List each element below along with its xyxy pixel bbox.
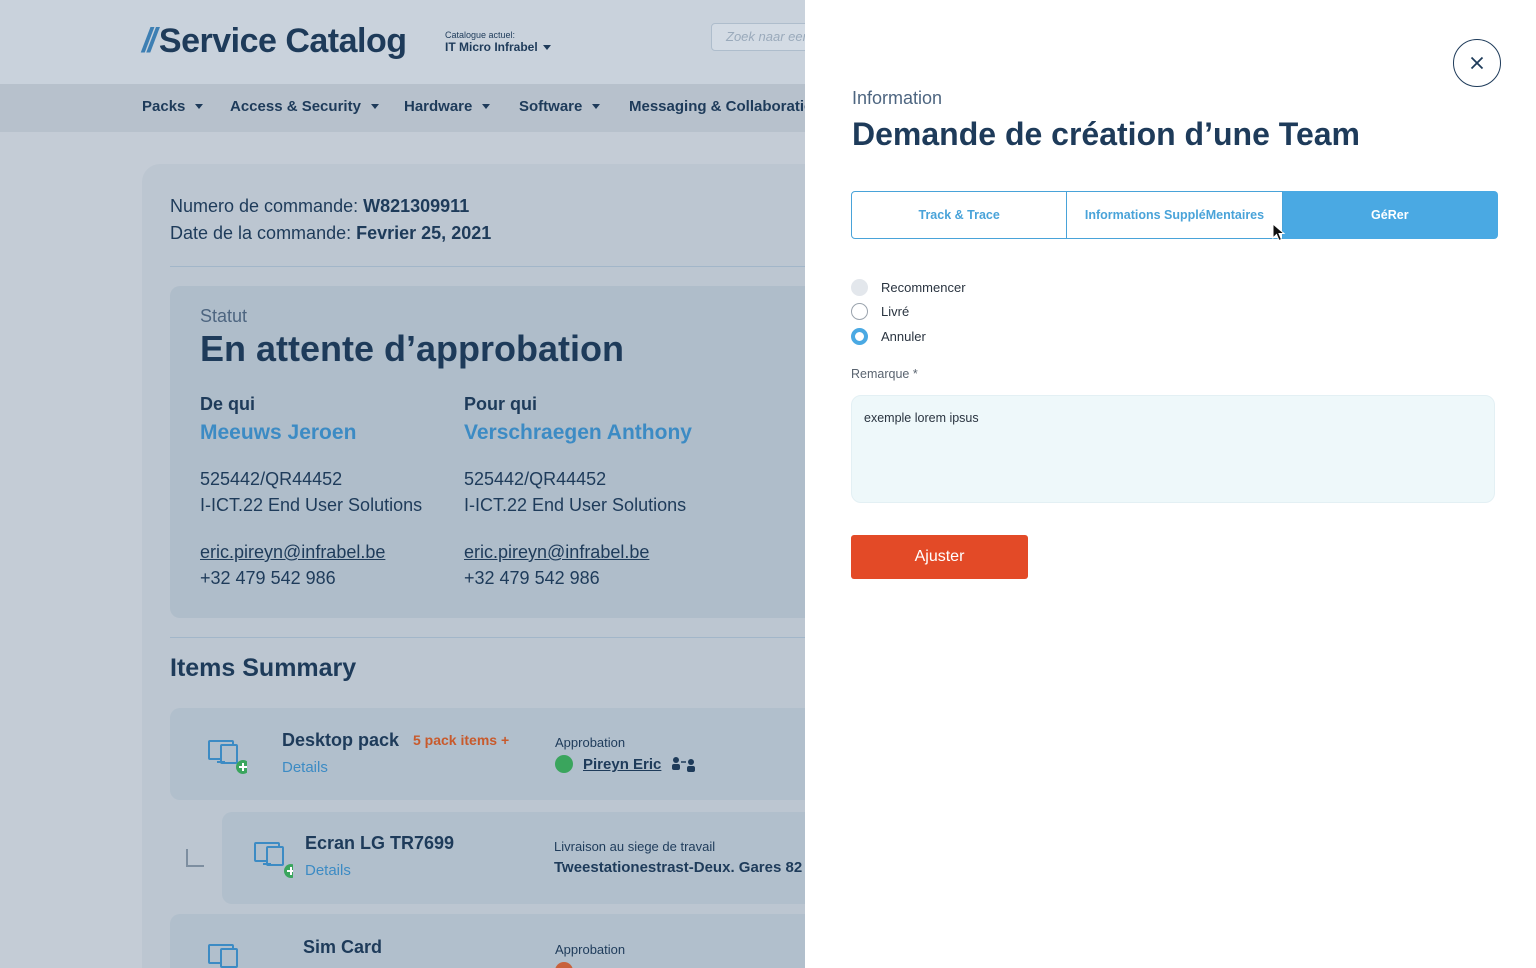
chevron-down-icon <box>542 44 551 50</box>
nav-item-label: Software <box>519 98 583 115</box>
radio-label: Recommencer <box>881 280 966 295</box>
background-page: // Service Catalog Catalogue actuel: IT … <box>0 0 805 968</box>
list-item <box>170 914 805 968</box>
radio-label: Livré <box>881 304 910 319</box>
mouse-pointer-icon <box>1272 223 1286 242</box>
catalog-value[interactable]: IT Micro Infrabel <box>445 40 551 54</box>
catalog-value-text: IT Micro Infrabel <box>445 40 538 54</box>
nav-item-hardware[interactable]: Hardware <box>404 98 491 115</box>
items-summary-title: Items Summary <box>170 654 357 682</box>
approver-link[interactable]: Pireyn Eric <box>583 756 661 773</box>
to-heading: Pour qui <box>464 394 537 414</box>
nav-item-label: Access & Security <box>230 98 361 115</box>
list-item <box>222 812 805 904</box>
chevron-down-icon <box>370 104 379 109</box>
status-title: En attente d’approbation <box>200 328 625 369</box>
item-name: Sim Card <box>303 937 383 957</box>
from-code: 525442/QR44452 <box>200 469 343 489</box>
radio-button[interactable] <box>851 303 868 320</box>
order-date-value: Fevrier 25, 2021 <box>356 223 492 243</box>
delivery-label: Livraison au siege de travail <box>554 839 716 854</box>
to-code: 525442/QR44452 <box>464 469 607 489</box>
delivery-address: Tweestationestrast-Deux. Gares 82 <box>554 859 803 876</box>
ajuster-button[interactable]: Ajuster <box>851 535 1028 579</box>
approbation-label: Approbation <box>555 735 626 750</box>
order-date-label: Date de la commande: <box>170 223 352 243</box>
status-label: Statut <box>200 306 248 326</box>
to-email-link[interactable]: eric.pireyn@infrabel.be <box>464 542 649 563</box>
order-number: Numero de commande: W821309911 <box>170 196 469 217</box>
list-item <box>170 708 805 800</box>
radio-annuler[interactable]: Annuler <box>851 328 926 345</box>
side-drawer: Information Demande de création d’une Te… <box>805 0 1536 968</box>
nav-item-packs[interactable]: Packs <box>142 98 204 115</box>
sim-card-icon <box>208 944 238 968</box>
catalog-selector[interactable]: Catalogue actuel: IT Micro Infrabel <box>445 30 551 54</box>
radio-button[interactable] <box>851 328 868 345</box>
tab-track-trace[interactable]: Track & Trace <box>851 191 1068 239</box>
reassign-users-icon[interactable] <box>671 756 697 772</box>
item-name: Ecran LG TR7699 <box>305 833 455 853</box>
nav-item-label: Hardware <box>404 98 473 115</box>
logo[interactable]: // Service Catalog <box>142 22 407 61</box>
close-button[interactable] <box>1453 39 1501 87</box>
details-link[interactable]: Details <box>282 759 328 776</box>
details-link[interactable]: Details <box>305 862 351 879</box>
from-email-link[interactable]: eric.pireyn@infrabel.be <box>200 542 385 563</box>
chevron-down-icon <box>482 104 491 109</box>
tab-informations-supplementaires[interactable]: Informations SuppléMentaires <box>1067 191 1283 239</box>
main-nav: Packs Access & Security Hardware Softwar… <box>0 84 805 132</box>
nav-item-label: Packs <box>142 98 186 115</box>
drawer-title: Demande de création d’une Team <box>852 116 1360 152</box>
check-circle-icon <box>555 755 573 773</box>
nav-item-software[interactable]: Software <box>519 98 601 115</box>
from-name[interactable]: Meeuws Jeroen <box>200 421 356 445</box>
item-name: Desktop pack <box>282 730 400 750</box>
remark-label: Remarque * <box>851 367 918 381</box>
from-heading: De qui <box>200 394 256 414</box>
approbation-label: Approbation <box>555 942 626 957</box>
chevron-down-icon <box>592 104 601 109</box>
order-number-value: W821309911 <box>363 196 470 216</box>
order-date: Date de la commande: Fevrier 25, 2021 <box>170 223 491 244</box>
logo-text: Service Catalog <box>158 22 407 60</box>
to-name[interactable]: Verschraegen Anthony <box>464 421 692 445</box>
tab-bar: Track & Trace Informations SuppléMentair… <box>851 191 1498 239</box>
to-department: I-ICT.22 End User Solutions <box>464 495 687 515</box>
divider <box>170 637 805 638</box>
from-department: I-ICT.22 End User Solutions <box>200 495 423 515</box>
monitor-icon <box>254 842 293 878</box>
nav-item-access-security[interactable]: Access & Security <box>230 98 379 115</box>
close-icon <box>1470 56 1484 70</box>
remark-textarea[interactable]: exemple lorem ipsus <box>851 395 1495 503</box>
radio-label: Annuler <box>881 329 926 344</box>
from-phone: +32 479 542 986 <box>200 568 336 588</box>
child-item-marker <box>186 849 204 867</box>
drawer-subtitle: Information <box>852 88 943 108</box>
radio-recommencer[interactable]: Recommencer <box>851 279 966 296</box>
nav-item-messaging[interactable]: Messaging & Collaboration <box>629 98 805 115</box>
radio-livre[interactable]: Livré <box>851 303 909 320</box>
to-phone: +32 479 542 986 <box>464 568 600 588</box>
chevron-down-icon <box>195 104 204 109</box>
radio-button[interactable] <box>851 279 868 296</box>
top-header: // Service Catalog Catalogue actuel: IT … <box>0 0 805 84</box>
catalog-label: Catalogue actuel: <box>445 30 516 40</box>
pack-count-badge[interactable]: 5 pack items + <box>413 732 509 748</box>
tab-gerer[interactable]: GéRer <box>1282 191 1498 239</box>
desktop-computer-icon <box>208 740 247 774</box>
search-input[interactable]: Zoek naar een <box>711 23 805 51</box>
logo-slash-mark: // <box>142 22 157 60</box>
divider <box>170 266 805 267</box>
nav-item-label: Messaging & Collaboration <box>629 98 805 115</box>
order-number-label: Numero de commande: <box>170 196 359 216</box>
